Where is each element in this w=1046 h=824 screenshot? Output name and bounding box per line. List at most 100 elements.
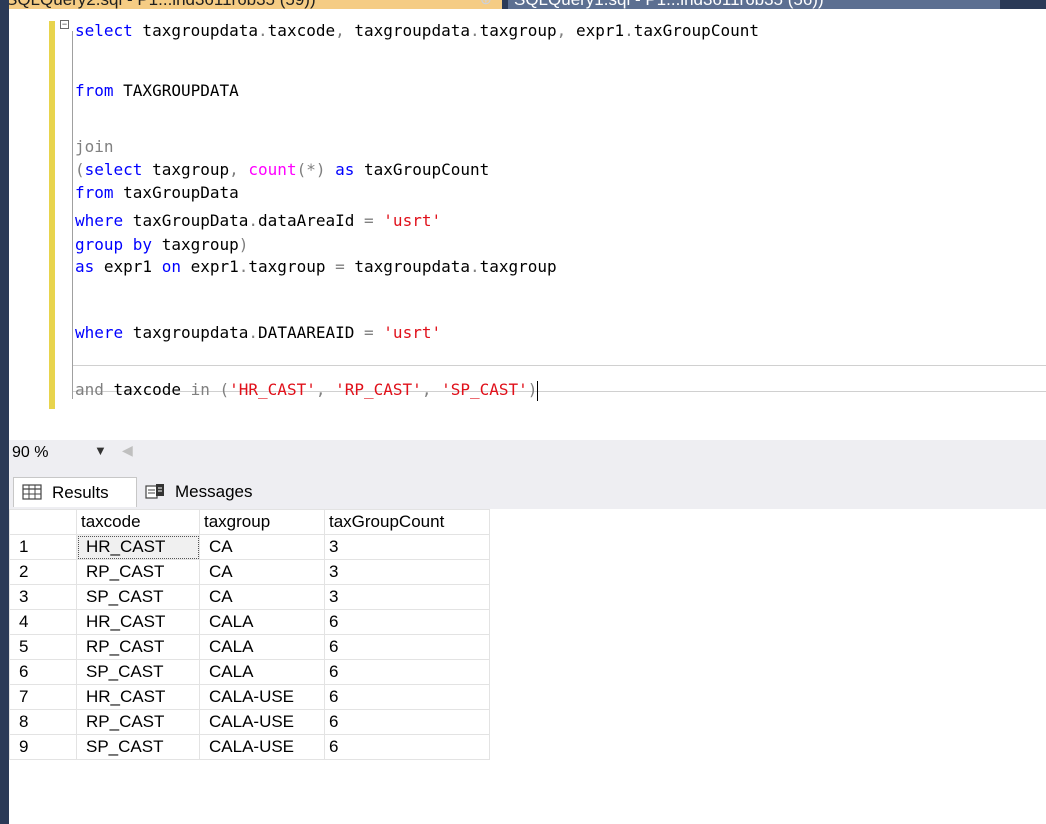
code-line[interactable]: from taxGroupData xyxy=(75,182,239,204)
cell-taxgroup[interactable]: CALA-USE xyxy=(199,734,325,760)
code-token: as xyxy=(75,257,95,276)
code-line[interactable]: (select taxgroup, count(*) as taxGroupCo… xyxy=(75,159,489,181)
cell-taxcode[interactable]: RP_CAST xyxy=(76,559,200,585)
cell-taxcode[interactable]: SP_CAST xyxy=(76,659,200,685)
code-line[interactable]: and taxcode in ('HR_CAST', 'RP_CAST', 'S… xyxy=(75,379,539,401)
scroll-left-icon[interactable]: ◀ xyxy=(122,442,133,459)
cell-taxgroupcount[interactable]: 6 xyxy=(324,734,490,760)
chevron-down-icon[interactable]: ▼ xyxy=(94,443,107,458)
code-line[interactable]: from TAXGROUPDATA xyxy=(75,80,239,102)
code-token: ( xyxy=(209,380,230,399)
code-token: ) xyxy=(527,380,538,399)
cell-taxcode[interactable]: HR_CAST xyxy=(76,534,200,560)
column-header-taxcode[interactable]: taxcode xyxy=(76,509,200,535)
cell-taxcode[interactable]: RP_CAST xyxy=(76,634,200,660)
code-token: join xyxy=(75,137,114,156)
cell-taxgroupcount[interactable]: 3 xyxy=(324,559,490,585)
document-tab-bar: SQLQuery2.sql - P1...ind3611r6b35 (59)) … xyxy=(0,0,1046,9)
grid-icon xyxy=(22,484,42,500)
tab-messages[interactable]: Messages xyxy=(137,477,277,507)
code-token: dataAreaId xyxy=(258,211,365,230)
code-token: . xyxy=(469,257,480,276)
code-token: as xyxy=(325,160,355,179)
code-line[interactable]: group by taxgroup) xyxy=(75,234,248,256)
code-line[interactable]: join xyxy=(75,136,114,158)
code-token: group by xyxy=(75,235,153,254)
cell-taxgroup[interactable]: CALA xyxy=(199,609,325,635)
row-number[interactable]: 1 xyxy=(9,534,77,560)
table-row[interactable]: 4 HR_CAST CALA 6 xyxy=(9,609,490,635)
table-row[interactable]: 6 SP_CAST CALA 6 xyxy=(9,659,490,685)
window-frame-left xyxy=(0,0,9,824)
code-line[interactable]: where taxGroupData.dataAreaId = 'usrt' xyxy=(75,210,441,232)
cell-taxgroupcount[interactable]: 6 xyxy=(324,634,490,660)
table-row[interactable]: 7 HR_CAST CALA-USE 6 xyxy=(9,684,490,710)
code-token: = xyxy=(364,211,374,230)
row-number[interactable]: 6 xyxy=(9,659,77,685)
code-token: where xyxy=(75,323,124,342)
table-row[interactable]: 9 SP_CAST CALA-USE 6 xyxy=(9,734,490,760)
table-row[interactable]: 1 HR_CAST CA 3 xyxy=(9,534,490,560)
code-token: . xyxy=(248,323,259,342)
code-token: DATAAREAID xyxy=(258,323,365,342)
code-token: = xyxy=(364,323,374,342)
zoom-level[interactable]: 90 % xyxy=(12,444,48,462)
results-grid[interactable]: taxcode taxgroup taxGroupCount 1 HR_CAST C… xyxy=(9,509,490,760)
table-row[interactable]: 8 RP_CAST CALA-USE 6 xyxy=(9,709,490,735)
code-token: taxgroup xyxy=(479,21,557,40)
cell-taxgroup[interactable]: CALA-USE xyxy=(199,684,325,710)
zoom-bar: 90 % ▼ ◀ xyxy=(9,440,1046,465)
code-token: select xyxy=(84,160,143,179)
cell-taxgroupcount[interactable]: 6 xyxy=(324,709,490,735)
cell-taxgroup[interactable]: CA xyxy=(199,534,325,560)
row-number[interactable]: 3 xyxy=(9,584,77,610)
row-number[interactable]: 2 xyxy=(9,559,77,585)
tab-results[interactable]: Results xyxy=(13,477,137,507)
cell-taxcode[interactable]: HR_CAST xyxy=(76,609,200,635)
code-token: , xyxy=(556,21,576,40)
cell-taxgroup[interactable]: CALA-USE xyxy=(199,709,325,735)
cell-taxgroupcount[interactable]: 3 xyxy=(324,534,490,560)
table-row[interactable]: 3 SP_CAST CA 3 xyxy=(9,584,490,610)
row-number-header[interactable] xyxy=(9,509,77,535)
code-token: taxgroupdata xyxy=(123,323,249,342)
collapse-icon[interactable]: − xyxy=(60,20,69,29)
code-token: 'usrt' xyxy=(383,211,442,230)
cell-taxcode[interactable]: SP_CAST xyxy=(76,734,200,760)
cell-taxcode[interactable]: RP_CAST xyxy=(76,709,200,735)
row-number[interactable]: 7 xyxy=(9,684,77,710)
code-line[interactable]: as expr1 on expr1.taxgroup = taxgroupdat… xyxy=(75,256,557,278)
cell-taxgroup[interactable]: CA xyxy=(199,559,325,585)
table-row[interactable]: 2 RP_CAST CA 3 xyxy=(9,559,490,585)
row-number[interactable]: 4 xyxy=(9,609,77,635)
table-row[interactable]: 5 RP_CAST CALA 6 xyxy=(9,634,490,660)
row-number[interactable]: 8 xyxy=(9,709,77,735)
cell-taxgroupcount[interactable]: 6 xyxy=(324,609,490,635)
pin-icon[interactable]: ⊕ xyxy=(480,0,492,8)
cell-taxgroupcount[interactable]: 3 xyxy=(324,584,490,610)
code-line[interactable]: select taxgroupdata.taxcode, taxgroupdat… xyxy=(75,20,759,42)
code-token: TAXGROUPDATA xyxy=(113,81,239,100)
row-number[interactable]: 9 xyxy=(9,734,77,760)
code-token: 'RP_CAST' xyxy=(335,380,422,399)
cell-taxgroupcount[interactable]: 6 xyxy=(324,684,490,710)
tab-sqlquery2[interactable]: SQLQuery2.sql - P1...ind3611r6b35 (59)) xyxy=(0,0,502,9)
query-editor[interactable]: − select taxgroupdata.taxcode, taxgroupd… xyxy=(9,9,1046,430)
tab-sqlquery1[interactable]: SQLQuery1.sql - P1...ind3611r6b35 (56)) xyxy=(508,0,1000,9)
code-token: , xyxy=(335,21,355,40)
code-token: and xyxy=(75,380,104,399)
cell-taxcode[interactable]: SP_CAST xyxy=(76,584,200,610)
cell-taxgroup[interactable]: CALA xyxy=(199,659,325,685)
column-header-taxgroupcount[interactable]: taxGroupCount xyxy=(324,509,490,535)
cell-taxgroupcount[interactable]: 6 xyxy=(324,659,490,685)
code-token: expr1 xyxy=(94,257,162,276)
column-header-taxgroup[interactable]: taxgroup xyxy=(199,509,325,535)
code-token: , xyxy=(421,380,442,399)
cell-taxgroup[interactable]: CALA xyxy=(199,634,325,660)
code-token: . xyxy=(258,21,268,40)
cell-taxcode[interactable]: HR_CAST xyxy=(76,684,200,710)
cell-taxgroup[interactable]: CA xyxy=(199,584,325,610)
row-number[interactable]: 5 xyxy=(9,634,77,660)
code-line[interactable]: where taxgroupdata.DATAAREAID = 'usrt' xyxy=(75,322,441,344)
